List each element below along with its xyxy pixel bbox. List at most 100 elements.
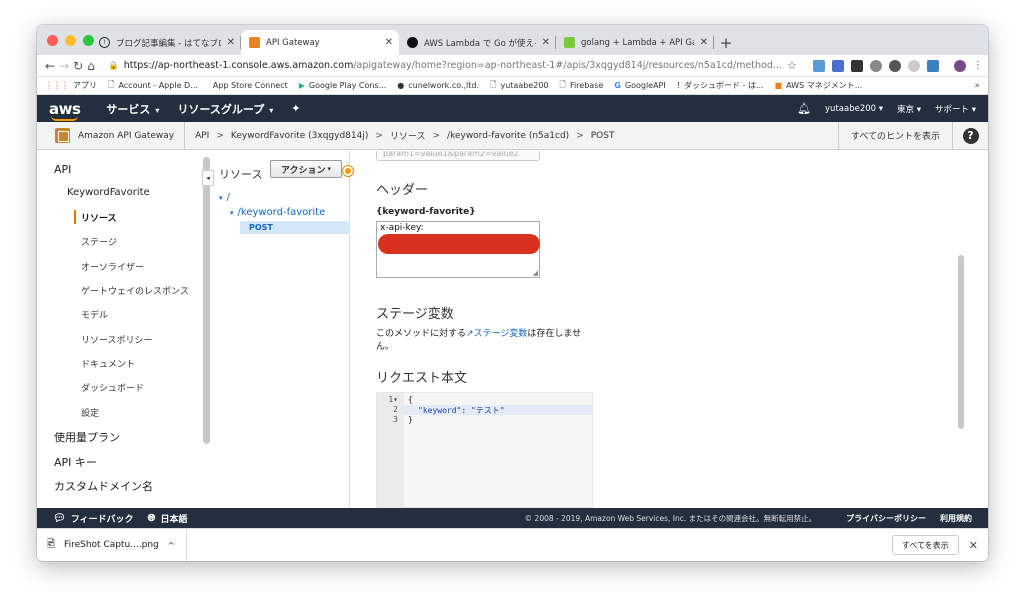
close-tab-icon[interactable]: ✕	[385, 37, 393, 48]
address-bar[interactable]: 🔒 https://ap-northeast-1.console.aws.ama…	[102, 56, 803, 75]
main-scrollbar[interactable]	[958, 255, 964, 429]
bookmark-hatena-dashboard[interactable]: ! ダッシュボード - は...	[677, 80, 764, 91]
help-button[interactable]: ?	[952, 121, 988, 150]
caret-down-icon: ▾	[219, 194, 223, 202]
sidebar-item-models[interactable]: モデル	[81, 308, 108, 321]
new-tab-button[interactable]: +	[714, 30, 738, 55]
download-item[interactable]: 🖻 FireShot Captu....png ^	[47, 528, 188, 561]
sidebar-scrollbar[interactable]	[203, 157, 210, 444]
sidebar-item-settings[interactable]: 設定	[81, 406, 99, 419]
sidebar-item-usage-plans[interactable]: 使用量プラン	[54, 429, 120, 445]
tab-hatena[interactable]: ! ブログ記事編集 - はてなブログ ✕	[91, 30, 241, 55]
reload-icon[interactable]: ↻	[73, 59, 83, 73]
chevron-down-icon: ▾	[155, 105, 160, 115]
extension-icon[interactable]	[869, 59, 882, 72]
extension-icon[interactable]	[888, 59, 901, 72]
account-menu[interactable]: yutaabe200 ▾	[825, 104, 883, 114]
sidebar-item-documentation[interactable]: ドキュメント	[81, 357, 135, 370]
resize-handle-icon[interactable]: ◢	[533, 269, 538, 277]
google-icon: G	[614, 81, 621, 90]
home-icon[interactable]: ⌂	[87, 59, 95, 73]
minimize-window-button[interactable]	[65, 35, 76, 46]
breadcrumb-service[interactable]: Amazon API Gateway	[78, 131, 174, 141]
headers-textarea[interactable]: x-api-key: ◢	[376, 221, 540, 278]
tab-lambda-go[interactable]: AWS Lambda で Go が使えるよ ✕	[399, 30, 556, 55]
close-icon[interactable]: ✕	[969, 539, 978, 552]
tree-resource[interactable]: ▾/keyword-favorite	[230, 207, 325, 218]
sidebar-item-stages[interactable]: ステージ	[81, 235, 117, 248]
sidebar-item-api-name[interactable]: KeywordFavorite	[67, 187, 150, 198]
aws-logo[interactable]: aws	[49, 100, 81, 121]
bookmark-aws-console[interactable]: ■ AWS マネジメント...	[775, 80, 863, 91]
query-string-input[interactable]: param1=value1&param2=value2	[376, 151, 540, 161]
sidebar-item-api[interactable]: API	[54, 163, 71, 176]
breadcrumb-api-name[interactable]: KeywordFavorite (3xqgyd814j)	[231, 131, 368, 141]
back-icon[interactable]: ←	[45, 59, 55, 73]
show-all-downloads-button[interactable]: すべてを表示	[891, 535, 959, 555]
region-menu[interactable]: 東京 ▾	[897, 103, 921, 115]
bookmark-yutaabe200[interactable]: 🗋 yutaabe200	[490, 79, 548, 93]
pin-icon[interactable]: ✦	[291, 102, 300, 115]
show-all-hints-button[interactable]: すべてのヒントを表示	[839, 129, 952, 142]
request-body-editor[interactable]: 1▾ 2 3 { "keyword": "テスト" }	[376, 392, 593, 508]
browser-window: ! ブログ記事編集 - はてなブログ ✕ API Gateway ✕ AWS L…	[37, 25, 988, 561]
tab-strip: ! ブログ記事編集 - はてなブログ ✕ API Gateway ✕ AWS L…	[37, 25, 988, 55]
tab-title: golang + Lambda + API Gatew	[581, 37, 694, 48]
bookmarks-overflow-button[interactable]: »	[974, 81, 980, 91]
bell-icon[interactable]: 🔔︎	[797, 102, 811, 115]
extension-icon[interactable]	[926, 59, 939, 72]
close-tab-icon[interactable]: ✕	[227, 37, 235, 48]
stage-variables-link[interactable]: ↗ステージ変数	[466, 329, 527, 339]
bookmark-googleapi[interactable]: G GoogleAPI	[614, 81, 665, 90]
sidebar-item-api-keys[interactable]: API キー	[54, 454, 97, 470]
play-icon: ▶	[298, 81, 305, 90]
sidebar-item-resource-policy[interactable]: リソースポリシー	[81, 333, 153, 346]
extension-icon[interactable]	[812, 59, 825, 72]
extension-icon[interactable]	[831, 59, 844, 72]
close-tab-icon[interactable]: ✕	[700, 37, 708, 48]
actions-button[interactable]: アクション ▾	[270, 160, 342, 178]
sidebar-item-resources[interactable]: リソース	[74, 210, 117, 224]
caret-down-icon: ▾	[230, 209, 234, 217]
globe-icon: 🌐︎	[147, 512, 156, 524]
external-link-icon: ↗	[466, 329, 474, 339]
redaction-mark	[378, 234, 540, 254]
profile-avatar-icon[interactable]	[953, 59, 966, 72]
bookmark-star-icon[interactable]: ☆	[787, 59, 797, 72]
sidebar-item-gateway-responses[interactable]: ゲートウェイのレスポンス	[81, 284, 189, 297]
bookmark-cunelwork[interactable]: ● cunelwork.co.,ltd.	[397, 81, 479, 90]
green-icon	[564, 37, 575, 48]
bookmark-apple-account[interactable]: 🗋 Account - Apple D...	[108, 79, 198, 93]
bookmark-app-store[interactable]: App Store Connect	[209, 81, 288, 90]
menu-icon[interactable]: ⋮	[973, 60, 983, 71]
breadcrumb-api[interactable]: API	[195, 131, 209, 141]
sidebar-item-authorizers[interactable]: オーソライザー	[81, 260, 144, 273]
tab-golang-lambda[interactable]: golang + Lambda + API Gatew ✕	[556, 30, 714, 55]
close-window-button[interactable]	[47, 35, 58, 46]
bookmark-apps[interactable]: ⋮⋮⋮ アプリ	[45, 80, 97, 91]
tab-api-gateway[interactable]: API Gateway ✕	[241, 30, 399, 55]
github-icon: ●	[397, 81, 405, 90]
bookmark-firebase[interactable]: 🗋 Firebase	[560, 79, 604, 93]
tree-method-post[interactable]: POST	[240, 221, 350, 234]
services-menu[interactable]: サービス ▾	[106, 101, 159, 117]
sidebar-item-dashboard[interactable]: ダッシュボード	[81, 381, 144, 394]
bookmark-google-play[interactable]: ▶ Google Play Cons...	[299, 81, 386, 90]
extension-icon[interactable]	[907, 59, 920, 72]
extension-icon[interactable]	[850, 59, 863, 72]
close-tab-icon[interactable]: ✕	[542, 37, 550, 48]
side-nav: API KeywordFavorite リソース ステージ オーソライザー ゲー…	[37, 151, 204, 508]
tree-root[interactable]: ▾ /	[219, 192, 230, 203]
sidebar-item-custom-domains[interactable]: カスタムドメイン名	[54, 478, 153, 494]
resource-groups-menu[interactable]: リソースグループ ▾	[177, 101, 273, 117]
support-menu[interactable]: サポート ▾	[935, 103, 976, 115]
breadcrumb-resources[interactable]: リソース	[390, 129, 426, 142]
chevron-up-icon[interactable]: ^	[168, 541, 175, 550]
tab-title: API Gateway	[266, 37, 320, 48]
forward-icon[interactable]: →	[59, 59, 69, 73]
breadcrumb-resource[interactable]: /keyword-favorite (n5a1cd)	[447, 131, 569, 141]
privacy-policy-link[interactable]: プライバシーポリシー	[846, 513, 926, 524]
feedback-link[interactable]: 💬︎ フィードバック	[53, 512, 134, 525]
language-link[interactable]: 🌐︎ 日本語	[148, 512, 188, 525]
terms-link[interactable]: 利用規約	[940, 513, 972, 524]
